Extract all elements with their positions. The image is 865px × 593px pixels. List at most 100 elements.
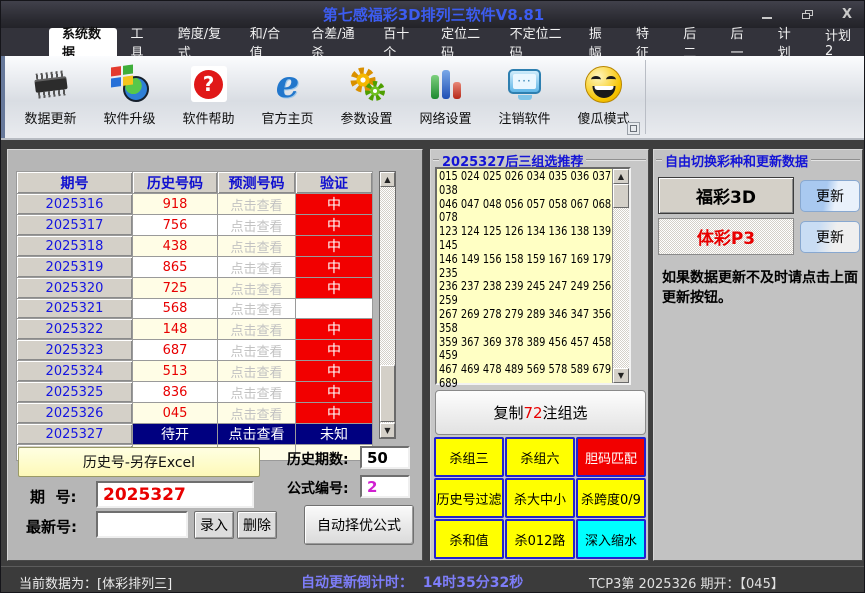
formula-input[interactable]: 2 (360, 475, 410, 498)
scrollbar-thumb[interactable] (380, 365, 395, 422)
toolbar-button-homepage[interactable]: e 官方主页 (248, 59, 327, 135)
filter-button-杀和值[interactable]: 杀和值 (434, 519, 504, 559)
cell-view[interactable]: 点击查看 (217, 318, 296, 340)
history-scrollbar[interactable]: ▲ ▼ (379, 171, 396, 439)
cell-view[interactable]: 点击查看 (217, 193, 296, 215)
scroll-down-icon[interactable]: ▼ (380, 423, 395, 438)
latest-number-input[interactable] (96, 511, 188, 538)
cell-verify: 中 (295, 360, 373, 382)
lottery-switch-panel: 自由切换彩种和更新数据 福彩3D 更新 体彩P3 更新 如果数据更新不及时请点击… (653, 149, 863, 561)
tab-和/合值[interactable]: 和/合值 (237, 27, 298, 61)
delete-button[interactable]: 删除 (237, 511, 277, 539)
cell-view[interactable]: 点击查看 (217, 381, 296, 403)
tab-百十个[interactable]: 百十个 (370, 27, 428, 61)
tab-定位二码[interactable]: 定位二码 (428, 27, 496, 61)
auto-formula-button[interactable]: 自动择优公式 (304, 505, 414, 545)
app-window: 第七感福彩3D排列三软件V8.81 X 系统数据 工具 跨度/复式 和/合值 合差/通杀… (0, 0, 865, 593)
cell-issue[interactable]: 2025317 (16, 214, 133, 236)
cell-view[interactable]: 点击查看 (217, 339, 296, 361)
save-excel-button[interactable]: 历史号-另存Excel (18, 447, 260, 477)
table-row: 2025317 756 点击查看中 (16, 214, 373, 236)
enter-button[interactable]: 录入 (194, 511, 234, 539)
gears-icon (344, 63, 390, 105)
cell-view[interactable]: 点击查看 (217, 402, 296, 424)
toolbar-button-software-upgrade[interactable]: 软件升级 (90, 59, 169, 135)
filter-button-杀组三[interactable]: 杀组三 (434, 437, 504, 477)
cell-issue[interactable]: 2025324 (16, 360, 133, 382)
update-fc3d-button[interactable]: 更新 (800, 180, 860, 212)
toolbar-button-settings[interactable]: 参数设置 (327, 59, 406, 135)
col-header-number[interactable]: 历史号码 (132, 171, 218, 194)
cell-issue[interactable]: 2025320 (16, 277, 133, 299)
col-header-issue[interactable]: 期号 (16, 171, 133, 194)
numbers-scrollbar[interactable]: ▲ ▼ (612, 169, 629, 383)
window-controls: X (754, 1, 860, 28)
tab-后二[interactable]: 后二 (670, 27, 717, 61)
cell-issue[interactable]: 2025325 (16, 381, 133, 403)
cell-view[interactable]: 点击查看 (217, 235, 296, 257)
cell-view[interactable]: 点击查看 (217, 256, 296, 278)
cell-issue[interactable]: 2025319 (16, 256, 133, 278)
tab-系统数据[interactable]: 系统数据 (49, 27, 118, 61)
tab-特征[interactable]: 特征 (623, 27, 670, 61)
cell-view[interactable]: 点击查看 (217, 214, 296, 236)
issue-input[interactable]: 2025327 (96, 481, 254, 508)
minimize-button[interactable] (754, 6, 780, 24)
tab-计划[interactable]: 计划 (765, 27, 812, 61)
tab-不定位二码[interactable]: 不定位二码 (497, 27, 576, 61)
cell-num: 865 (132, 256, 218, 278)
cell-issue[interactable]: 2025318 (16, 235, 133, 257)
filter-button-杀跨度0/9[interactable]: 杀跨度0/9 (576, 478, 646, 518)
cell-issue[interactable]: 2025322 (16, 318, 133, 340)
cell-view[interactable]: 点击查看 (217, 277, 296, 299)
col-header-predict[interactable]: 预测号码 (217, 171, 296, 194)
numbers-text: 015 024 025 026 034 035 036 037 038 046 … (439, 169, 612, 390)
cell-view[interactable]: 点击查看 (217, 423, 296, 445)
tab-振幅[interactable]: 振幅 (576, 27, 623, 61)
fc3d-button[interactable]: 福彩3D (658, 177, 794, 214)
scroll-up-icon[interactable]: ▲ (613, 169, 629, 184)
toolbar-button-data-update[interactable]: 数据更新 (11, 59, 90, 135)
scroll-up-icon[interactable]: ▲ (380, 172, 395, 187)
toolbar-button-help[interactable]: ? 软件帮助 (169, 59, 248, 135)
restore-button[interactable] (794, 6, 820, 24)
filter-button-胆码匹配[interactable]: 胆码匹配 (576, 437, 646, 477)
filter-button-历史号过滤[interactable]: 历史号过滤 (434, 478, 504, 518)
filter-button-杀012路[interactable]: 杀012路 (505, 519, 575, 559)
toolbar-button-logout[interactable]: 注销软件 (485, 59, 564, 135)
tab-后一[interactable]: 后一 (718, 27, 765, 61)
tcp3-button[interactable]: 体彩P3 (658, 218, 794, 255)
close-button[interactable]: X (834, 6, 860, 24)
filter-button-深入缩水[interactable]: 深入缩水 (576, 519, 646, 559)
scrollbar-thumb[interactable] (613, 184, 629, 208)
dialog-launcher-icon[interactable] (627, 122, 640, 135)
monitor-icon (502, 63, 548, 105)
cell-issue[interactable]: 2025321 (16, 298, 133, 319)
table-row: 2025327 待开 点击查看 未知 (16, 423, 373, 445)
cell-issue[interactable]: 2025323 (16, 339, 133, 361)
update-tcp3-button[interactable]: 更新 (800, 221, 860, 253)
cell-verify: 中 (295, 256, 373, 278)
filter-button-杀大中小[interactable]: 杀大中小 (505, 478, 575, 518)
update-note: 如果数据更新不及时请点击上面更新按钮。 (662, 270, 858, 307)
col-header-verify[interactable]: 验证 (295, 171, 373, 194)
cell-view[interactable]: 点击查看 (217, 298, 296, 319)
copy-count: 72 (523, 403, 543, 422)
status-last-draw: TCP3第 2025326 期开：【045】 (589, 577, 784, 592)
cell-issue[interactable]: 2025327 (16, 423, 133, 445)
filter-grid: 杀组三 杀组六 胆码匹配历史号过滤 杀大中小 杀跨度0/9 杀和值 杀012路 深入缩水 (434, 437, 648, 559)
tab-工具[interactable]: 工具 (117, 27, 164, 61)
cell-num: 687 (132, 339, 218, 361)
copy-72-button[interactable]: 复制 72 注组选 (435, 390, 646, 435)
periods-input[interactable]: 50 (360, 446, 410, 469)
numbers-box[interactable]: 015 024 025 026 034 035 036 037 038 046 … (435, 167, 631, 390)
filter-button-杀组六[interactable]: 杀组六 (505, 437, 575, 477)
toolbar-button-network[interactable]: 网络设置 (406, 59, 485, 135)
tab-计划2[interactable]: 计划2 (812, 28, 864, 59)
cell-issue[interactable]: 2025326 (16, 402, 133, 424)
cell-view[interactable]: 点击查看 (217, 360, 296, 382)
cell-issue[interactable]: 2025316 (16, 193, 133, 215)
tab-跨度/复式[interactable]: 跨度/复式 (165, 27, 237, 61)
tab-合差/通杀[interactable]: 合差/通杀 (298, 27, 370, 61)
scroll-down-icon[interactable]: ▼ (613, 368, 629, 383)
